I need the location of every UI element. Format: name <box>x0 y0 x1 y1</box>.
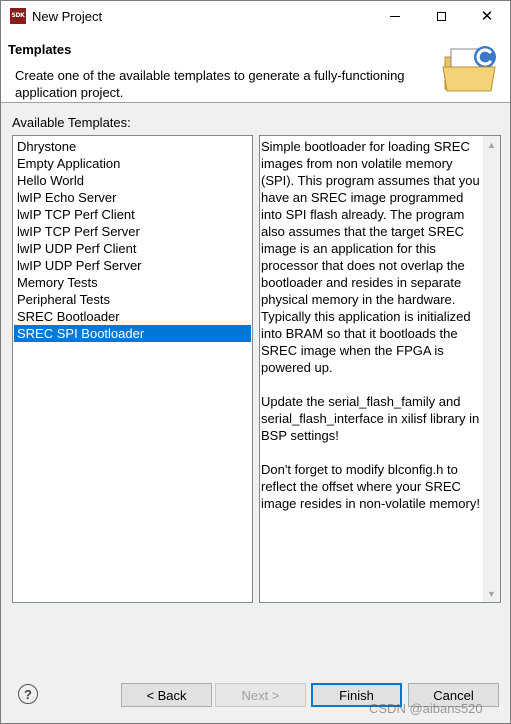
back-button[interactable]: < Back <box>121 683 212 707</box>
list-item[interactable]: lwIP TCP Perf Server <box>14 223 251 240</box>
window-title: New Project <box>32 9 103 24</box>
sdk-app-icon: SDK <box>10 8 26 24</box>
list-item[interactable]: Empty Application <box>14 155 251 172</box>
close-button[interactable]: ✕ <box>464 1 510 32</box>
list-item[interactable]: Hello World <box>14 172 251 189</box>
list-item[interactable]: lwIP UDP Perf Server <box>14 257 251 274</box>
close-icon: ✕ <box>480 7 494 25</box>
help-icon[interactable]: ? <box>18 684 38 704</box>
watermark: CSDN @aibans520 <box>369 701 483 716</box>
description-scrollbar[interactable]: ▲ ▼ <box>483 136 500 602</box>
scroll-down-icon[interactable]: ▼ <box>483 585 500 602</box>
list-item[interactable]: Dhrystone <box>14 138 251 155</box>
template-description-panel: Simple bootloader for loading SREC image… <box>259 135 501 603</box>
new-project-folder-icon <box>442 46 496 92</box>
list-item-selected[interactable]: SREC SPI Bootloader <box>14 325 251 342</box>
list-item[interactable]: SREC Bootloader <box>14 308 251 325</box>
maximize-icon <box>436 12 446 21</box>
page-title: Templates <box>8 42 72 57</box>
new-project-dialog: SDK New Project ✕ Templates Create one o… <box>0 0 511 724</box>
maximize-button[interactable] <box>418 1 464 32</box>
templates-list[interactable]: Dhrystone Empty Application Hello World … <box>12 135 253 603</box>
list-item[interactable]: Memory Tests <box>14 274 251 291</box>
title-bar: SDK New Project ✕ <box>1 1 510 32</box>
page-description: Create one of the available templates to… <box>15 68 405 100</box>
next-button[interactable]: Next > <box>215 683 306 707</box>
wizard-banner: Templates Create one of the available te… <box>1 32 510 103</box>
scroll-up-icon[interactable]: ▲ <box>483 136 500 153</box>
minimize-button[interactable] <box>372 1 418 32</box>
list-item[interactable]: lwIP TCP Perf Client <box>14 206 251 223</box>
list-item[interactable]: lwIP UDP Perf Client <box>14 240 251 257</box>
list-item[interactable]: Peripheral Tests <box>14 291 251 308</box>
available-templates-label: Available Templates: <box>12 115 131 130</box>
list-item[interactable]: lwIP Echo Server <box>14 189 251 206</box>
template-description-text: Simple bootloader for loading SREC image… <box>261 139 480 511</box>
minimize-icon <box>390 16 400 17</box>
